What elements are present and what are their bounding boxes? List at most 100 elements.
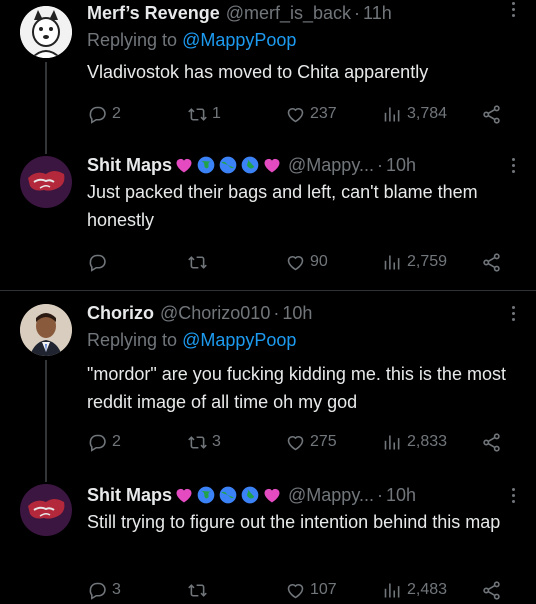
tweet[interactable]: Merf’s Revenge @merf_is_back · 11h Reply… [0,0,536,150]
retweet-icon [188,583,207,597]
more-icon[interactable] [512,306,516,324]
share-icon [483,432,500,452]
tweet[interactable]: Shit Maps @Mappy... · 10h Just packed th… [0,150,536,290]
reply-button[interactable] [87,248,112,276]
author-handle[interactable]: @Mappy... [288,155,374,176]
thread-line [45,360,47,478]
globe-emoji [241,156,259,174]
like-button[interactable]: 237 [285,100,337,128]
thread-line [45,478,47,482]
reply-button[interactable]: 3 [87,576,121,604]
retweet-count: 3 [212,433,221,450]
tweet-text: Vladivostok has moved to Chita apparentl… [87,62,429,82]
avatar[interactable] [20,6,72,58]
replying-to: Replying to @MappyPoop [87,330,296,351]
replying-to-link[interactable]: @MappyPoop [182,30,296,50]
avatar[interactable] [20,304,72,356]
retweet-button[interactable]: 3 [187,428,221,456]
heart-emoji [264,488,280,503]
author-name[interactable]: Chorizo [87,303,154,324]
like-icon [287,255,304,270]
globe-emoji [197,156,215,174]
views-button[interactable]: 2,483 [382,576,447,604]
share-button[interactable] [481,576,502,604]
retweet-button[interactable] [187,248,212,276]
action-bar: 3 107 2,483 [87,576,517,604]
retweet-button[interactable]: 1 [187,100,221,128]
like-button[interactable]: 90 [285,248,328,276]
retweet-count: 1 [212,105,221,122]
views-icon [384,435,400,449]
views-icon [384,107,400,121]
avatar[interactable] [20,484,72,536]
separator-dot: · [376,484,383,505]
reply-button[interactable]: 2 [87,428,121,456]
like-count: 107 [310,581,337,598]
more-icon[interactable] [512,2,516,20]
views-icon [384,255,400,269]
heart-emoji [264,158,280,173]
author-handle[interactable]: @Chorizo010 [160,303,270,324]
heart-emoji [176,488,192,503]
divider [0,290,536,291]
author-handle[interactable]: @merf_is_back [226,3,351,24]
share-icon [483,104,500,124]
retweet-button[interactable] [187,576,212,604]
reply-count: 2 [112,105,121,122]
tweet-text: "mordor" are you fucking kidding me. thi… [87,364,506,412]
views-button[interactable]: 3,784 [382,100,447,128]
tweet[interactable]: Chorizo @Chorizo010 · 10h Replying to @M… [0,298,536,478]
globe-emoji [219,486,237,504]
retweet-icon [188,107,207,121]
like-icon [287,583,304,598]
author-handle[interactable]: @Mappy... [288,485,374,506]
author-name[interactable]: Shit Maps [87,485,172,506]
retweet-icon [188,255,207,269]
like-count: 237 [310,105,337,122]
views-button[interactable]: 2,759 [382,248,447,276]
heart-emoji [176,158,192,173]
timestamp[interactable]: 10h [282,303,312,324]
replying-label: Replying to [87,330,183,350]
replying-to-link[interactable]: @MappyPoop [182,330,296,350]
timestamp[interactable]: 11h [363,3,392,24]
like-button[interactable]: 107 [285,576,337,604]
reply-icon [89,434,106,452]
timestamp[interactable]: 10h [386,155,416,176]
author-name[interactable]: Merf’s Revenge [87,3,220,24]
more-icon[interactable] [512,158,516,176]
separator-dot: · [273,302,280,323]
like-button[interactable]: 275 [285,428,337,456]
reply-icon [89,254,106,272]
replying-to: Replying to @MappyPoop [87,30,296,51]
share-icon [483,252,500,272]
replying-label: Replying to [87,30,183,50]
reply-count: 2 [112,433,121,450]
reply-button[interactable]: 2 [87,100,121,128]
like-icon [287,435,304,450]
share-button[interactable] [481,428,502,456]
globe-emoji [219,156,237,174]
author-name[interactable]: Shit Maps [87,155,172,176]
reply-icon [89,106,106,124]
separator-dot: · [376,154,383,175]
view-count: 2,833 [407,433,448,450]
view-count: 3,784 [407,105,448,122]
action-bar: 2 3 275 2,833 [87,428,517,456]
separator-dot: · [354,2,361,23]
tweet[interactable]: Shit Maps @Mappy... · 10h Still trying t… [0,478,536,604]
action-bar: 2 1 237 3,784 [87,100,517,128]
avatar[interactable] [20,156,72,208]
thread-line [45,62,47,150]
share-button[interactable] [481,100,502,128]
share-button[interactable] [481,248,502,276]
tweet-text: Just packed their bags and left, can't b… [87,182,478,230]
globe-emoji [197,486,215,504]
views-button[interactable]: 2,833 [382,428,447,456]
share-icon [483,580,500,600]
timestamp[interactable]: 10h [386,485,416,506]
tweet-text: Still trying to figure out the intention… [87,512,501,532]
globe-emoji [241,486,259,504]
like-icon [287,107,304,122]
more-icon[interactable] [512,488,516,506]
